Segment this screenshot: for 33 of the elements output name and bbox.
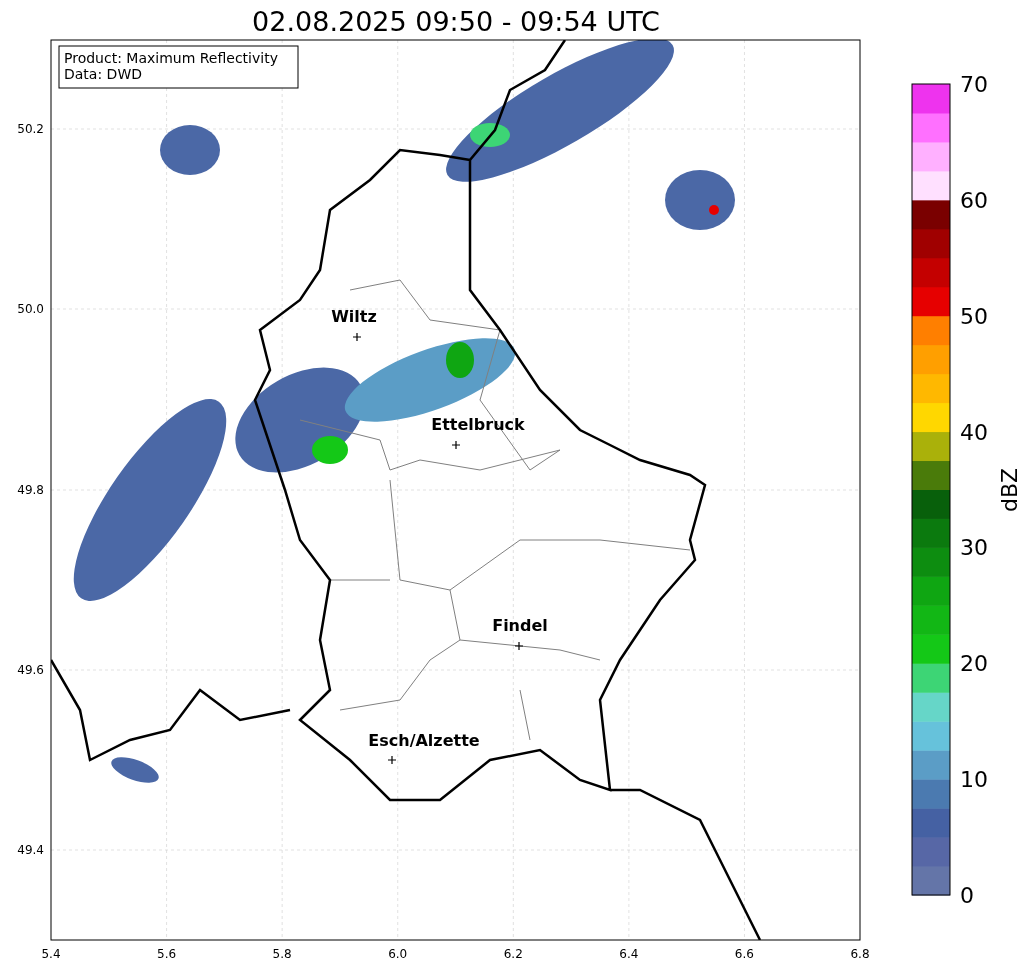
colorbar-tick-label: 60 xyxy=(960,187,988,213)
colorbar-tick-label: 70 xyxy=(960,72,988,97)
legend-text: Data: DWD xyxy=(64,66,142,82)
axis-tick-label: 49.8 xyxy=(17,482,44,497)
city-marker-icon xyxy=(352,332,362,342)
axis-tick-label: 6.8 xyxy=(850,947,870,961)
colorbar-tick-label: 30 xyxy=(960,535,988,561)
axis-tick-label: 5.8 xyxy=(272,947,292,961)
city-marker-icon xyxy=(451,440,461,450)
axis-tick-label: 5.6 xyxy=(157,947,177,961)
city-label: Ettelbruck xyxy=(431,415,525,434)
city-label: Esch/Alzette xyxy=(368,731,480,750)
chart-title: 02.08.2025 09:50 - 09:54 UTC xyxy=(252,6,660,37)
colorbar-tick-label: 20 xyxy=(960,651,988,677)
colorbar-label: dBZ xyxy=(997,467,1022,513)
colorbar-tick-label: 10 xyxy=(960,767,988,793)
axis-tick-label: 50.0 xyxy=(17,302,44,317)
city-label: Findel xyxy=(492,616,548,635)
city-marker-icon xyxy=(387,755,397,765)
colorbar-tick-label: 40 xyxy=(960,419,988,445)
colorbar-tick-label: 50 xyxy=(960,303,988,329)
city-label: Wiltz xyxy=(331,307,377,326)
axis-tick-label: 50.2 xyxy=(17,122,44,136)
axis-tick-label: 6.6 xyxy=(734,947,754,961)
city-marker-icon xyxy=(514,641,524,651)
axis-tick-label: 5.4 xyxy=(41,947,61,961)
axis-tick-label: 6.4 xyxy=(619,947,639,961)
axis-tick-label: 49.4 xyxy=(17,843,44,857)
legend-text: Product: Maximum Reflectivity xyxy=(64,50,278,66)
axis-tick-label: 6.0 xyxy=(388,947,408,961)
axis-tick-label: 49.6 xyxy=(17,662,44,677)
colorbar-tick-label: 0 xyxy=(960,883,974,908)
axis-tick-label: 6.2 xyxy=(503,947,523,961)
